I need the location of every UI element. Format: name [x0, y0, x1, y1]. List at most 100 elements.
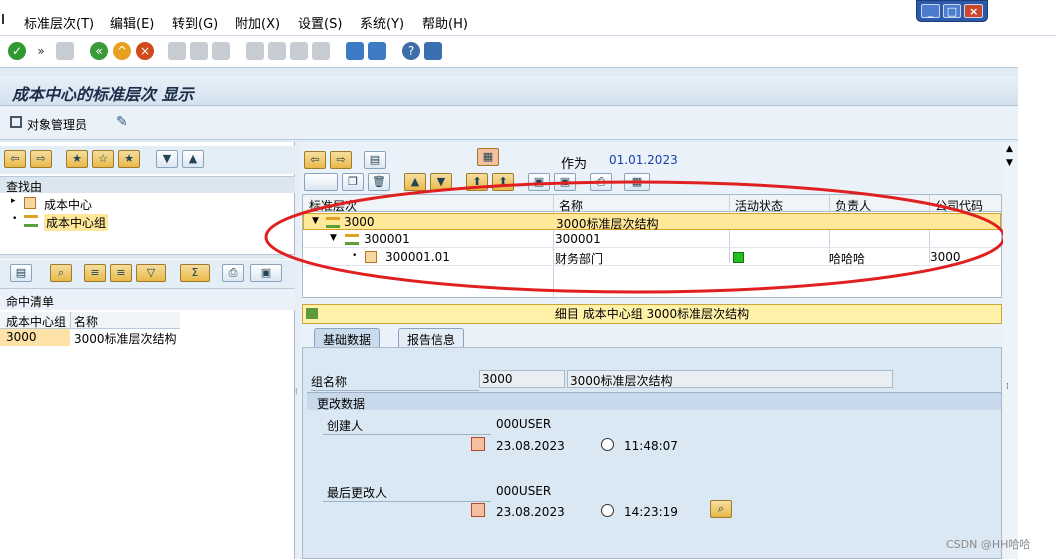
- tree-label: 成本中心: [44, 198, 93, 212]
- screen-title: 成本中心的标准层次 显示: [12, 85, 194, 104]
- tab-basic-data[interactable]: 基础数据: [314, 328, 381, 348]
- remove-favorite-button[interactable]: ★: [118, 150, 140, 168]
- cell-group-name: 3000标准层次结构: [74, 332, 177, 346]
- favorites-button[interactable]: ☆: [92, 150, 114, 168]
- shortcut-icon[interactable]: [368, 42, 386, 60]
- command-field-toggle-icon[interactable]: »: [32, 42, 50, 60]
- forward-button[interactable]: ⇨: [330, 151, 352, 169]
- application-toolbar: 对象管理员 ✎: [0, 106, 1018, 140]
- overview-button[interactable]: ▤: [364, 151, 386, 169]
- group-description-field[interactable]: 3000标准层次结构: [567, 370, 893, 388]
- tab-strip: 基础数据 报告信息: [302, 326, 1002, 348]
- tree-label: 成本中心组: [44, 214, 109, 231]
- as-of-date: 01.01.2023: [609, 153, 678, 167]
- finder-toolbar: ⇦ ⇨ ★ ☆ ★ ▼ ▲: [0, 146, 295, 174]
- layout-menu-icon[interactable]: [424, 42, 442, 60]
- enter-icon[interactable]: ✓: [8, 42, 26, 60]
- menu-system[interactable]: 系统(Y): [360, 13, 404, 32]
- sort-asc-button[interactable]: ≡: [84, 264, 106, 282]
- cell-group-id: 3000: [0, 329, 70, 346]
- calendar-button[interactable]: ▦: [477, 148, 499, 166]
- table-row[interactable]: 3000 3000标准层次结构: [0, 329, 180, 346]
- label-underline: [323, 501, 491, 502]
- exit-icon[interactable]: ^: [113, 42, 131, 60]
- resize-grip-icon: ⁞: [1006, 382, 1009, 392]
- add-favorite-button[interactable]: ★: [66, 150, 88, 168]
- vertical-scrollbar[interactable]: ▲ ▼ ⁞: [1003, 142, 1018, 559]
- col-divider: [70, 312, 71, 329]
- object-manager-icon[interactable]: [10, 116, 22, 128]
- cancel-icon[interactable]: ×: [136, 42, 154, 60]
- find-by-label: 查找由: [6, 180, 43, 194]
- group-name-field[interactable]: 3000: [479, 370, 565, 388]
- col-cost-center-group[interactable]: 成本中心组: [6, 313, 66, 330]
- save-icon[interactable]: [56, 42, 74, 60]
- prev-page-icon[interactable]: [268, 42, 286, 60]
- folder-icon: [306, 308, 318, 319]
- hierarchy-icon: [24, 215, 38, 227]
- tree-item-cost-center-group[interactable]: • 成本中心组: [0, 212, 295, 231]
- window-edge: [1018, 36, 1056, 559]
- edit-pencil-icon[interactable]: ✎: [116, 114, 128, 130]
- object-manager-button[interactable]: 对象管理员: [27, 116, 87, 133]
- last-page-icon[interactable]: [312, 42, 330, 60]
- calendar-icon: [471, 503, 485, 517]
- bullet-icon: •: [12, 214, 18, 224]
- menu-edit[interactable]: 编辑(E): [110, 13, 154, 32]
- changed-by-label: 最后更改人: [327, 486, 388, 500]
- filter-button[interactable]: ▽: [136, 264, 166, 282]
- menu-hierarchy[interactable]: 标准层次(T): [24, 13, 94, 32]
- annotation-ellipse: [264, 180, 1006, 294]
- back-button[interactable]: ⇦: [304, 151, 326, 169]
- help-icon[interactable]: ?: [402, 42, 420, 60]
- tree-item-cost-center[interactable]: ▸ 成本中心: [0, 194, 295, 212]
- back-icon[interactable]: «: [90, 42, 108, 60]
- print-icon[interactable]: [168, 42, 186, 60]
- hit-list-title: 命中清单: [6, 295, 55, 309]
- details-button[interactable]: ▤: [10, 264, 32, 282]
- label-underline: [311, 390, 479, 391]
- change-data-title: 更改数据: [317, 397, 366, 411]
- cost-center-icon: [24, 197, 36, 209]
- detail-area: 组名称 3000 3000标准层次结构 更改数据 创建人 000USER 23.…: [302, 347, 1002, 559]
- nav-forward-button[interactable]: ⇨: [30, 150, 52, 168]
- search-icon[interactable]: ⌕: [50, 264, 72, 282]
- find-next-icon[interactable]: [212, 42, 230, 60]
- screen-title-bar: 成本中心的标准层次 显示: [0, 76, 1018, 106]
- menu-goto[interactable]: 转到(G): [172, 13, 218, 32]
- menu-extras[interactable]: 附加(X): [235, 13, 280, 32]
- created-time: 11:48:07: [624, 439, 678, 453]
- hit-list-toolbar: ▤ ⌕ ≡ ≡ ▽ Σ ⎙ ▣: [0, 260, 295, 288]
- minimize-button[interactable]: _: [921, 4, 940, 18]
- tab-report-info[interactable]: 报告信息: [398, 328, 465, 348]
- collapse-button[interactable]: ▲: [182, 150, 204, 168]
- change-data-group-header: 更改数据: [307, 392, 1001, 411]
- sum-button[interactable]: Σ: [180, 264, 210, 282]
- maximize-button[interactable]: □: [942, 4, 962, 18]
- print-button[interactable]: ⎙: [222, 264, 244, 282]
- find-icon[interactable]: [190, 42, 208, 60]
- scroll-up-icon[interactable]: ▲: [1006, 144, 1013, 154]
- splitter[interactable]: [0, 254, 295, 259]
- changed-date: 23.08.2023: [496, 505, 565, 519]
- close-button[interactable]: ×: [964, 4, 984, 18]
- system-toolbar: ✓ » « ^ × ?: [0, 36, 1056, 68]
- nav-back-button[interactable]: ⇦: [4, 150, 26, 168]
- menu-settings[interactable]: 设置(S): [298, 13, 342, 32]
- find-by-header: 查找由: [0, 176, 295, 194]
- navigation-panel: ⇦ ⇨ ★ ☆ ★ ▼ ▲ 查找由 ▸ 成本中心 • 成本中心组 ▤ ⌕ ≡ ≡…: [0, 142, 295, 559]
- scroll-down-icon[interactable]: ▼: [1006, 158, 1013, 168]
- menu-help[interactable]: 帮助(H): [422, 13, 468, 32]
- col-name[interactable]: 名称: [74, 313, 98, 330]
- expand-button[interactable]: ▼: [156, 150, 178, 168]
- label-underline: [323, 434, 491, 435]
- sort-desc-button[interactable]: ≡: [110, 264, 132, 282]
- sap-logo-icon: [2, 14, 10, 24]
- watermark: CSDN @HH哈哈: [946, 538, 1031, 551]
- created-by-value: 000USER: [496, 417, 552, 431]
- first-page-icon[interactable]: [246, 42, 264, 60]
- next-page-icon[interactable]: [290, 42, 308, 60]
- change-docs-button[interactable]: ⌕: [710, 500, 732, 518]
- changed-by-value: 000USER: [496, 484, 552, 498]
- new-session-icon[interactable]: [346, 42, 364, 60]
